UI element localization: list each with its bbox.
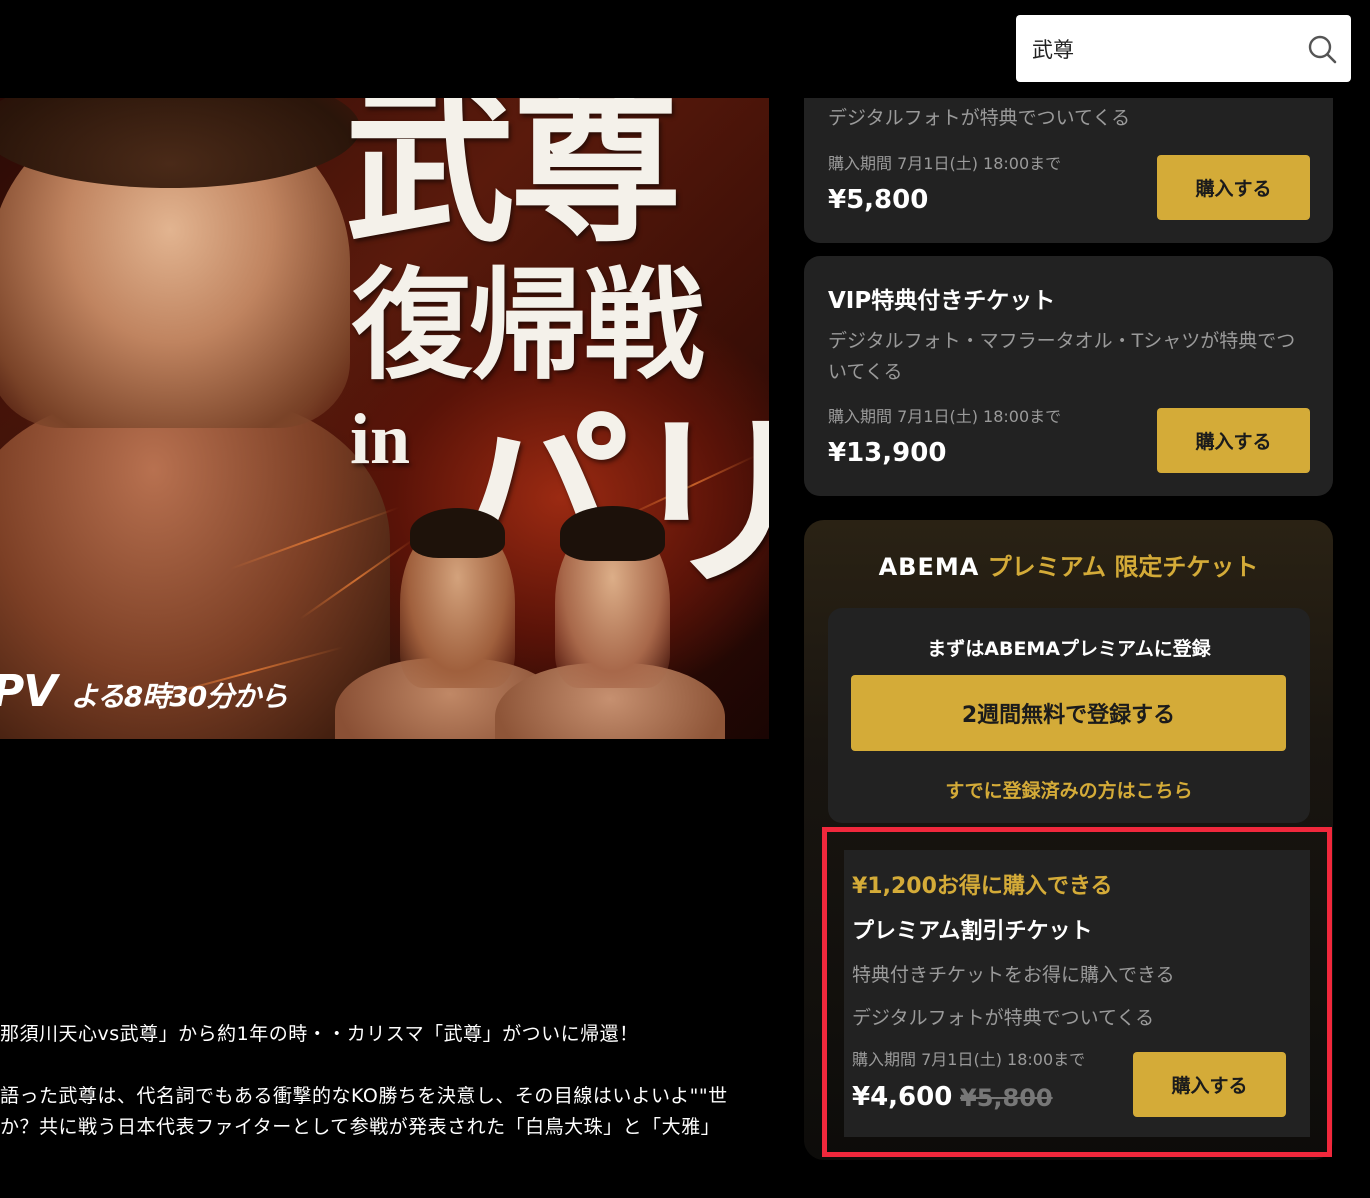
fighter2-hair xyxy=(410,508,505,558)
hero-banner: 武尊 復帰戦 in パリ PV よる8時30分から xyxy=(0,98,769,739)
ticket-period: 購入期間 7月1日(土) 18:00まで xyxy=(828,407,1062,426)
ticket-card-vip: VIP特典付きチケット デジタルフォト・マフラータオル・Tシャツが特典でついてく… xyxy=(804,256,1333,496)
search-icon[interactable] xyxy=(1307,34,1337,64)
ticket-name: VIP特典付きチケット xyxy=(828,288,1056,314)
premium-title-suffix: 限定チケット xyxy=(1114,553,1259,581)
already-registered-link[interactable]: すでに登録済みの方はこちら xyxy=(828,776,1310,803)
search-input[interactable] xyxy=(1032,36,1307,61)
description-line1: 那須川天心vs武尊」から約1年の時・・カリスマ「武尊」がついに帰還！ xyxy=(0,1023,639,1045)
ticket-bonus: デジタルフォトが特典でついてくる xyxy=(828,107,1131,129)
ticket-bonus: デジタルフォト・マフラータオル・Tシャツが特典でついてくる xyxy=(828,330,1296,383)
ticket-price: ¥13,900 xyxy=(828,438,947,468)
buy-button[interactable]: 購入する xyxy=(1157,408,1310,473)
highlight-frame xyxy=(822,827,1332,1157)
search-box[interactable] xyxy=(1016,15,1351,82)
buy-button[interactable]: 購入する xyxy=(1157,155,1310,220)
ppv-label: PV よる8時30分から xyxy=(0,666,289,717)
fighter3-hair xyxy=(560,506,665,561)
abema-logo: ABEMA xyxy=(878,553,980,581)
description-line3: か？共に戦う日本代表ファイターとして参戦が発表された「白鳥大珠」と「大雅」 xyxy=(0,1116,721,1138)
ticket-card-standard: デジタルフォトが特典でついてくる 購入期間 7月1日(土) 18:00まで ¥5… xyxy=(804,98,1333,243)
description-line2: 語った武尊は、代名詞でもある衝撃的なKO勝ちを決意し、その目線はいよいよ""世 xyxy=(0,1085,728,1107)
ppv-time: よる8時30分から xyxy=(70,680,289,713)
premium-title-gold: プレミアム xyxy=(987,553,1107,581)
free-trial-button[interactable]: 2週間無料で登録する xyxy=(851,675,1286,751)
hero-title-in: in xyxy=(350,399,411,479)
register-heading: まずはABEMAプレミアムに登録 xyxy=(927,638,1211,660)
register-box: まずはABEMAプレミアムに登録 2週間無料で登録する すでに登録済みの方はこち… xyxy=(828,608,1310,823)
ticket-period: 購入期間 7月1日(土) 18:00まで xyxy=(828,154,1062,173)
ticket-price: ¥5,800 xyxy=(828,185,929,215)
ppv-text: PV xyxy=(0,666,57,717)
premium-title: ABEMA プレミアム 限定チケット xyxy=(804,547,1333,582)
